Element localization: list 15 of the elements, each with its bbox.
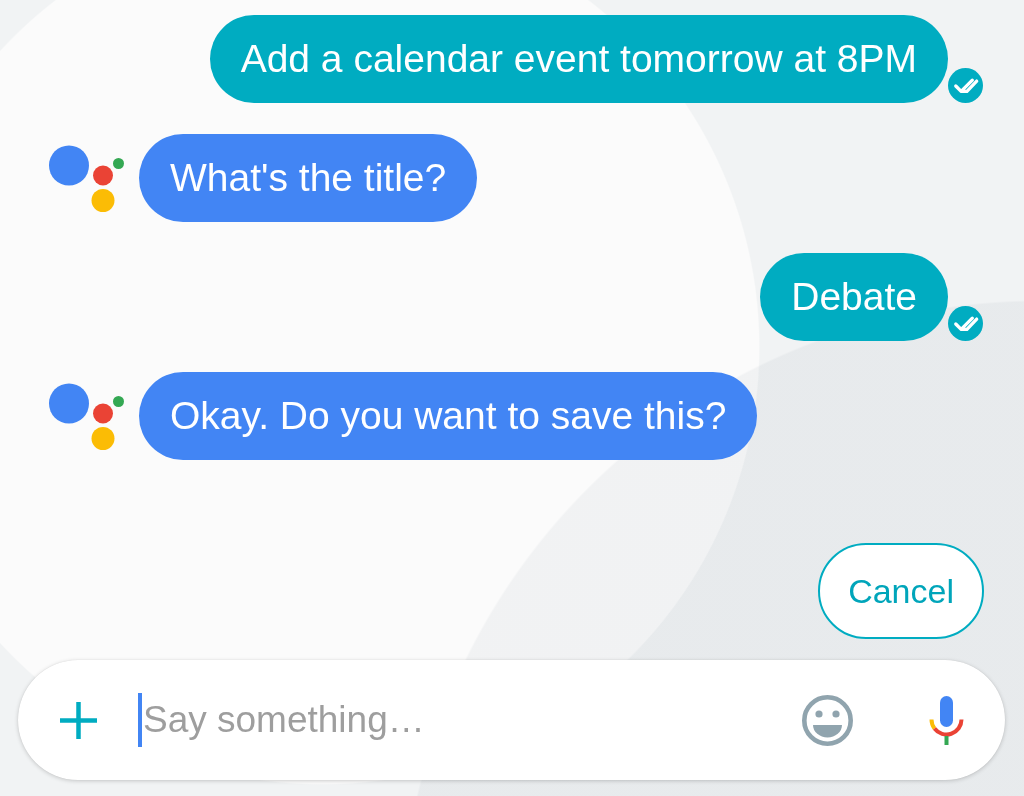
cancel-button[interactable]: Cancel (818, 543, 984, 639)
add-button[interactable] (60, 701, 97, 739)
message-input[interactable]: Say something… (143, 693, 784, 747)
plus-icon (60, 701, 97, 739)
message-bubble: Okay. Do you want to save this? (139, 372, 758, 460)
dots-logo-icon (49, 144, 124, 212)
microphone-button[interactable] (929, 695, 964, 745)
message-bubble: Debate (760, 253, 948, 341)
message-bubble: What's the title? (139, 134, 478, 222)
message-bubble: Add a calendar event tomorrow at 8PM (209, 15, 948, 103)
smiley-icon (802, 694, 853, 746)
input-bar[interactable]: Say something… (18, 660, 1005, 780)
microphone-icon (929, 695, 964, 745)
dots-logo-icon (49, 382, 124, 450)
emoji-button[interactable] (802, 694, 853, 746)
